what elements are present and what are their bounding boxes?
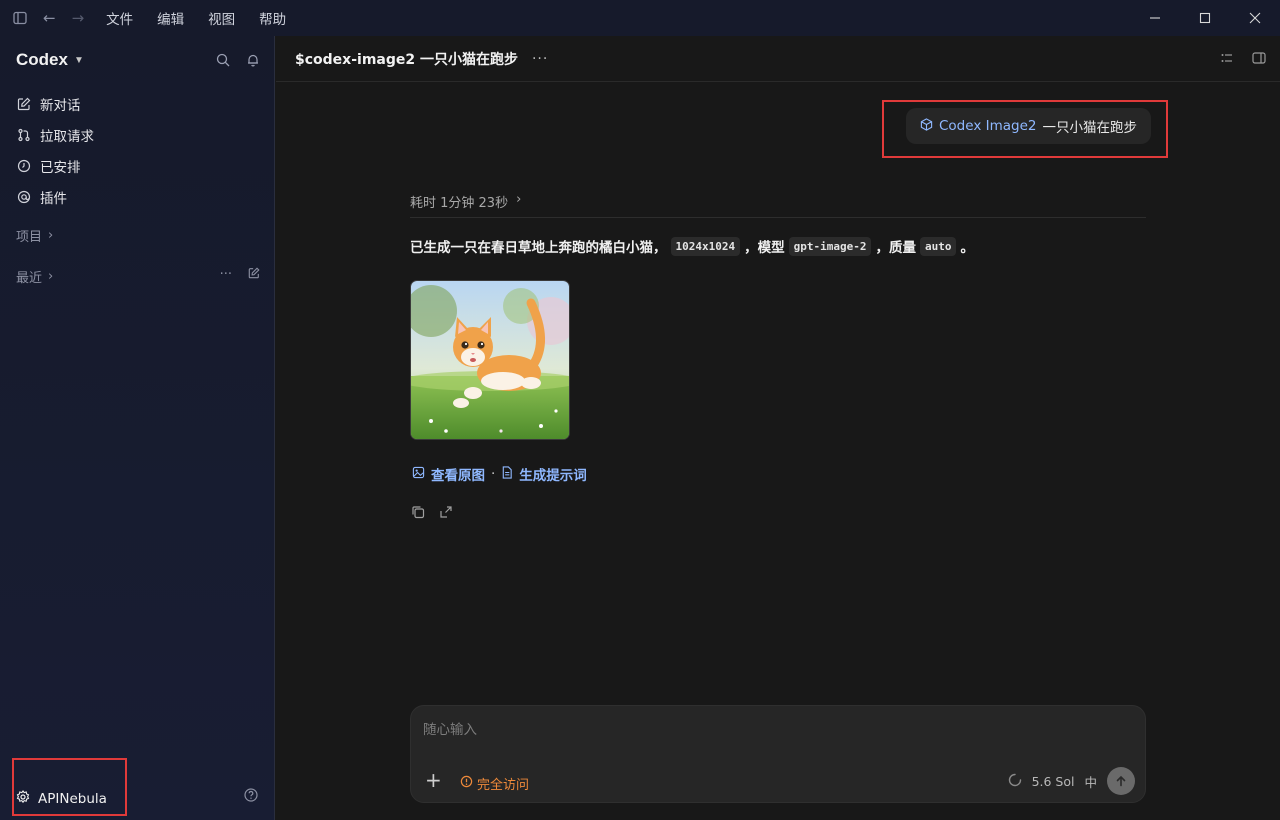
chevron-right-icon: › — [48, 228, 54, 243]
warning-icon — [460, 775, 473, 792]
help-icon[interactable] — [244, 787, 258, 806]
plugin-icon — [16, 189, 32, 205]
message-input[interactable] — [423, 722, 1023, 738]
chevron-down-icon: ▼ — [73, 54, 84, 66]
prompt-link[interactable]: 生成提示词 — [519, 464, 587, 484]
forward-arrow-icon[interactable]: → — [72, 9, 85, 27]
send-button[interactable] — [1107, 767, 1135, 795]
back-arrow-icon[interactable]: ← — [43, 9, 56, 27]
recent-section-toggle[interactable]: 最近 › — [16, 267, 53, 286]
menu-edit[interactable]: 编辑 — [157, 8, 184, 28]
menu-help[interactable]: 帮助 — [259, 8, 286, 28]
image-links: 查看原图 · 生成提示词 — [412, 464, 587, 484]
document-icon — [501, 465, 513, 483]
sidebar-item-label: 拉取请求 — [40, 128, 94, 145]
edit-icon — [16, 96, 32, 112]
sidebar-item-label: 插件 — [40, 190, 67, 207]
access-mode-label: 完全访问 — [477, 778, 530, 793]
image-icon — [412, 466, 425, 483]
workspace-switcher[interactable]: Codex ▼ — [16, 50, 84, 70]
sidebar-item-new-chat[interactable]: 新对话 — [16, 88, 94, 119]
clock-icon — [16, 158, 32, 174]
message-text: 。 — [960, 240, 974, 256]
more-icon[interactable]: ··· — [220, 267, 232, 283]
sidebar-item-label: 已安排 — [40, 159, 81, 176]
elapsed-time-label: 耗时 1分钟 23秒 — [410, 196, 509, 211]
sidebar-item-scheduled[interactable]: 已安排 — [16, 150, 94, 181]
copy-icon[interactable] — [411, 504, 425, 523]
sidebar-toggle-icon[interactable] — [11, 9, 29, 27]
close-button[interactable] — [1230, 0, 1280, 36]
model-selector[interactable]: 5.6 Sol — [1032, 774, 1075, 789]
plus-icon[interactable]: + — [425, 768, 442, 792]
minimize-button[interactable] — [1130, 0, 1180, 36]
inline-code: auto — [919, 236, 957, 256]
chevron-right-icon: › — [48, 269, 54, 284]
new-chat-icon[interactable] — [248, 267, 260, 283]
share-icon[interactable] — [439, 504, 453, 523]
more-options-icon[interactable]: ··· — [532, 51, 548, 67]
inline-code: 1024x1024 — [670, 236, 741, 256]
projects-label: 项目 — [16, 230, 43, 245]
spinner-icon — [1008, 773, 1022, 790]
sidebar-item-pull-requests[interactable]: 拉取请求 — [16, 119, 94, 150]
bell-icon[interactable] — [246, 52, 260, 71]
message-composer: + 完全访问 5.6 Sol 中 — [410, 705, 1146, 803]
sidebar-item-plugins[interactable]: 插件 — [16, 181, 94, 212]
access-mode-button[interactable]: 完全访问 — [460, 774, 529, 793]
inline-code: gpt-image-2 — [788, 236, 872, 256]
title-bar: ← → 文件 编辑 视图 帮助 — [0, 0, 1280, 36]
projects-section-toggle[interactable]: 项目 › — [16, 226, 53, 245]
view-original-link[interactable]: 查看原图 — [431, 464, 485, 484]
message-text: ，质量 — [875, 240, 916, 256]
pull-request-icon — [16, 127, 32, 143]
panel-toggle-icon[interactable] — [1252, 50, 1266, 69]
highlight-box — [882, 100, 1168, 158]
sidebar: Codex ▼ 新对话 拉取请求 已安排 插件 项目 › 最近 › ··· AP… — [0, 36, 275, 820]
list-view-icon[interactable] — [1220, 50, 1234, 69]
message-text: 已生成一只在春日草地上奔跑的橘白小猫， — [410, 240, 667, 256]
menu-view[interactable]: 视图 — [208, 8, 235, 28]
recent-label: 最近 — [16, 271, 43, 286]
highlight-box — [12, 758, 127, 816]
generated-image-thumbnail[interactable] — [410, 280, 570, 440]
link-separator: · — [491, 466, 496, 482]
menu-file[interactable]: 文件 — [106, 8, 133, 28]
brand-label: Codex — [16, 50, 68, 69]
page-title: $codex-image2 一只小猫在跑步 — [295, 51, 518, 68]
maximize-button[interactable] — [1180, 0, 1230, 36]
conversation-header: $codex-image2 一只小猫在跑步 ··· — [276, 36, 1280, 82]
chevron-right-icon: › — [516, 192, 522, 207]
message-text: ，模型 — [744, 240, 785, 256]
search-icon[interactable] — [216, 52, 230, 71]
assistant-message: 已生成一只在春日草地上奔跑的橘白小猫， 1024x1024 ，模型 gpt-im… — [410, 236, 974, 256]
elapsed-time-toggle[interactable]: 耗时 1分钟 23秒 › — [410, 192, 1146, 218]
sidebar-item-label: 新对话 — [40, 97, 81, 114]
effort-selector[interactable]: 中 — [1084, 772, 1097, 791]
